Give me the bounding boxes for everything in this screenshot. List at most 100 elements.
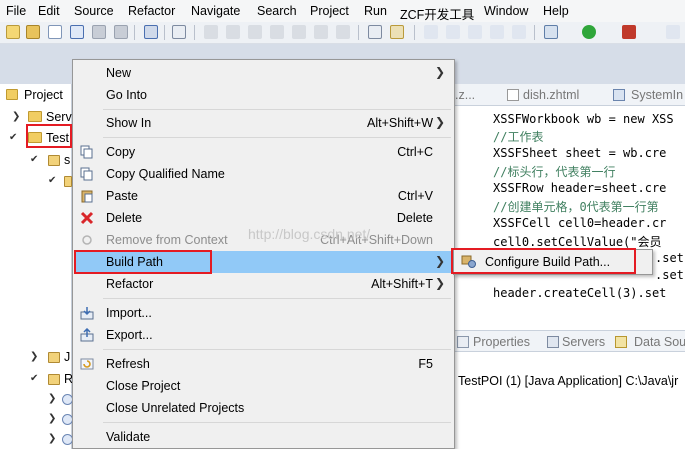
toolbar-separator xyxy=(134,25,135,40)
external-tools-icon[interactable] xyxy=(622,25,636,39)
menu-item-validate[interactable]: Validate xyxy=(74,426,453,448)
menu-item-label: Import... xyxy=(106,306,152,320)
settings-gear-icon[interactable] xyxy=(544,25,558,39)
tree-row-jar[interactable]: ❯ xyxy=(0,390,73,408)
watermark: http://blog.csdn.net/ xyxy=(248,226,371,242)
tree-row-jar[interactable]: ❯ xyxy=(0,410,73,428)
refresh-icon xyxy=(80,357,94,371)
skip-breakpoints-icon[interactable] xyxy=(172,25,186,39)
tree-row-src[interactable]: ✔ s xyxy=(0,151,72,169)
save-icon[interactable] xyxy=(92,25,106,39)
expand-arrow-icon[interactable]: ❯ xyxy=(48,413,56,424)
submenu-arrow-icon: ❯ xyxy=(434,276,445,290)
new-icon[interactable] xyxy=(6,25,20,39)
save-all-icon[interactable] xyxy=(114,25,128,39)
menu-item-export[interactable]: Export... xyxy=(74,324,453,346)
editor-tab[interactable]: SystemIn xyxy=(631,88,683,102)
menu-window[interactable]: Window xyxy=(484,4,528,18)
collapse-arrow-icon[interactable]: ✔ xyxy=(30,373,38,384)
toolbar-separator xyxy=(358,25,359,40)
editor-tab[interactable]: dish.zhtml xyxy=(523,88,579,102)
expand-arrow-icon[interactable]: ❯ xyxy=(30,351,38,362)
library-icon xyxy=(48,374,60,385)
tool-icon-4[interactable] xyxy=(490,25,504,39)
bottom-panel-tabs: Properties Servers Data Sou xyxy=(455,330,685,352)
tool-icon-6[interactable] xyxy=(666,25,680,39)
collapse-arrow-icon[interactable]: ✔ xyxy=(9,132,17,143)
tree-row-jre[interactable]: ❯ J xyxy=(0,348,72,366)
code-editor[interactable]: XSSFWorkbook wb = new XSS //工作表 XSSFShee… xyxy=(455,106,685,320)
suspend-icon[interactable] xyxy=(226,25,240,39)
submenu-arrow-icon: ❯ xyxy=(434,65,445,79)
menu-item-refactor[interactable]: Refactor Alt+Shift+T ❯ xyxy=(74,273,453,295)
menu-run[interactable]: Run xyxy=(364,4,387,18)
menu-item-show-in[interactable]: Show In Alt+Shift+W ❯ xyxy=(74,112,453,134)
tree-row-label: Serv xyxy=(46,110,72,124)
step-over-icon[interactable] xyxy=(314,25,328,39)
java-file-icon xyxy=(613,89,625,101)
toggle-list-icon[interactable] xyxy=(368,25,382,39)
menu-item-label: New xyxy=(106,66,132,80)
explorer-tab-project[interactable]: Project xyxy=(0,86,72,104)
copy-icon xyxy=(80,167,94,181)
expand-arrow-icon[interactable]: ❯ xyxy=(48,393,56,404)
menu-navigate[interactable]: Navigate xyxy=(191,4,240,18)
resume-icon[interactable] xyxy=(204,25,218,39)
zcf-icon[interactable] xyxy=(70,25,84,39)
tab-servers[interactable]: Servers xyxy=(562,335,605,349)
explorer-tab-label: Project xyxy=(24,88,63,102)
collapse-arrow-icon[interactable]: ✔ xyxy=(48,175,56,186)
step-return-icon[interactable] xyxy=(336,25,350,39)
menu-item-close-unrelated-projects[interactable]: Close Unrelated Projects xyxy=(74,397,453,419)
remove-context-icon xyxy=(80,233,94,247)
menu-item-copy[interactable]: Copy Ctrl+C xyxy=(74,141,453,163)
tool-icon-5[interactable] xyxy=(512,25,526,39)
tool-icon-1[interactable] xyxy=(424,25,438,39)
menu-project[interactable]: Project xyxy=(310,4,349,18)
open-folder-icon[interactable] xyxy=(26,25,40,39)
menu-item-go-into[interactable]: Go Into xyxy=(74,84,453,106)
tab-properties[interactable]: Properties xyxy=(473,335,530,349)
menu-separator xyxy=(103,109,451,110)
menu-item-new[interactable]: New ❯ xyxy=(74,62,453,84)
library-icon xyxy=(48,352,60,363)
menu-search[interactable]: Search xyxy=(257,4,297,18)
menu-item-paste[interactable]: Paste Ctrl+V xyxy=(74,185,453,207)
submenu-arrow-icon: ❯ xyxy=(434,254,445,268)
code-line: XSSFCell cell0=header.cr xyxy=(493,216,667,230)
expand-arrow-icon[interactable]: ❯ xyxy=(12,111,20,122)
menu-edit[interactable]: Edit xyxy=(38,4,60,18)
menu-refactor[interactable]: Refactor xyxy=(128,4,175,18)
tool-icon-3[interactable] xyxy=(468,25,482,39)
tree-row-referenced[interactable]: ✔ R xyxy=(0,370,73,388)
editor-tab[interactable]: .z... xyxy=(455,88,475,102)
console-icon[interactable] xyxy=(144,25,158,39)
document-icon[interactable] xyxy=(48,25,62,39)
tree-row-label: s xyxy=(64,153,71,167)
tree-row-jar[interactable]: ❯ xyxy=(0,430,73,448)
menu-item-shortcut: Ctrl+C xyxy=(397,145,433,159)
run-icon[interactable] xyxy=(582,25,596,39)
menu-item-refresh[interactable]: Refresh F5 xyxy=(74,353,453,375)
tree-row-package[interactable]: ✔ xyxy=(0,172,72,190)
expand-arrow-icon[interactable]: ❯ xyxy=(48,433,56,444)
menu-zcf-tools[interactable]: ZCF开发工具 xyxy=(400,4,474,23)
menu-help[interactable]: Help xyxy=(543,4,569,18)
menu-item-copy-qualified-name[interactable]: Copy Qualified Name xyxy=(74,163,453,185)
code-line: .set xyxy=(655,268,684,282)
menu-separator xyxy=(103,349,451,350)
toolbar-separator xyxy=(534,25,535,40)
menu-item-close-project[interactable]: Close Project xyxy=(74,375,453,397)
menu-file[interactable]: File xyxy=(6,4,26,18)
collapse-arrow-icon[interactable]: ✔ xyxy=(30,154,38,165)
code-line: XSSFSheet sheet = wb.cre xyxy=(493,146,667,160)
disconnect-icon[interactable] xyxy=(270,25,284,39)
menu-source[interactable]: Source xyxy=(74,4,114,18)
tool-icon-2[interactable] xyxy=(446,25,460,39)
step-into-icon[interactable] xyxy=(292,25,306,39)
terminate-icon[interactable] xyxy=(248,25,262,39)
menu-item-import[interactable]: Import... xyxy=(74,302,453,324)
zcf-tool-icon[interactable] xyxy=(390,25,404,39)
tab-data-source[interactable]: Data Sou xyxy=(634,335,685,349)
file-icon xyxy=(507,89,519,101)
